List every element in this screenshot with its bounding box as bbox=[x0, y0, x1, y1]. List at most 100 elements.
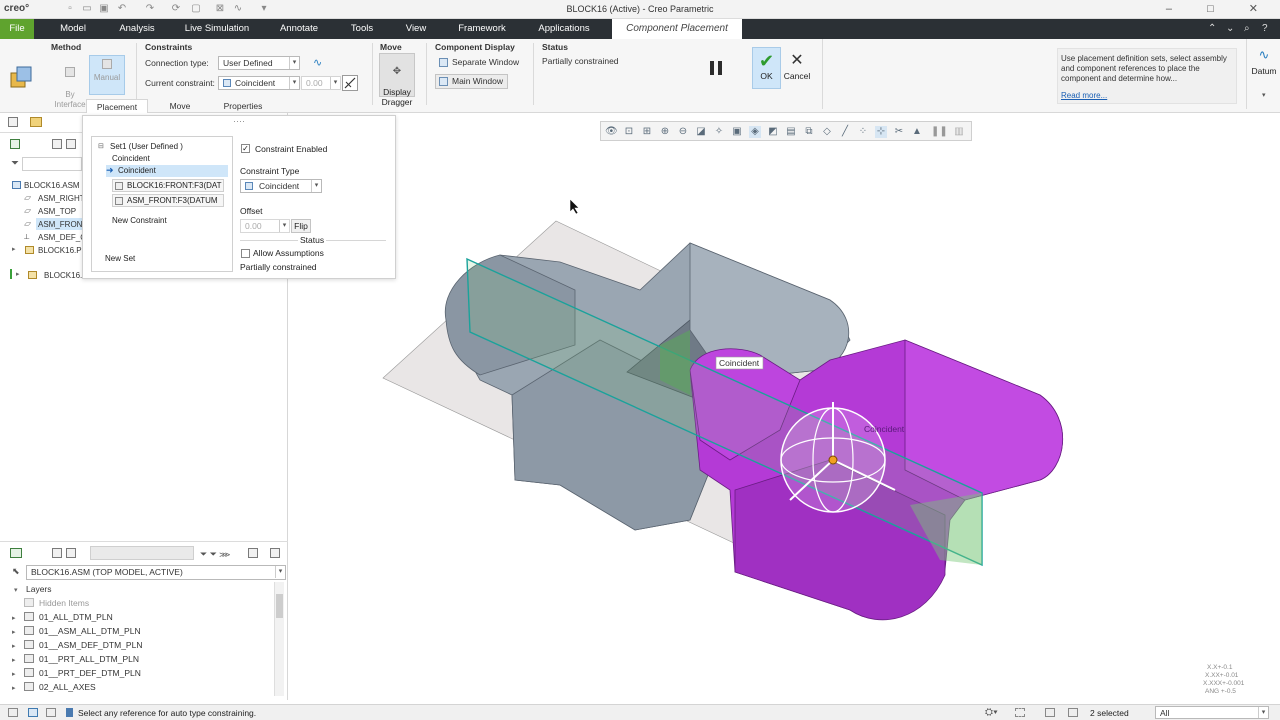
saved-orientations-icon[interactable]: 👁 bbox=[605, 126, 618, 138]
minimize-button[interactable]: – bbox=[1166, 3, 1188, 15]
message-log-icon[interactable] bbox=[66, 708, 73, 717]
connection-type-dropdown[interactable]: User Defined ▾ bbox=[218, 56, 300, 70]
scrollbar-thumb[interactable] bbox=[276, 594, 283, 618]
refit-icon[interactable]: ⊡ bbox=[623, 126, 635, 138]
tree-item-asm-front[interactable]: ASM_FRONT bbox=[38, 220, 87, 229]
show-icon[interactable] bbox=[66, 139, 76, 149]
window-controls[interactable]: – □ ✕ bbox=[1166, 2, 1274, 15]
read-more-link[interactable]: Read more... bbox=[1061, 91, 1107, 100]
pause-icon[interactable] bbox=[707, 59, 727, 77]
layer-tree-icon[interactable] bbox=[10, 548, 22, 558]
set1-item[interactable]: Set1 (User Defined ) bbox=[110, 142, 183, 151]
set-constraint-item[interactable]: Coincident bbox=[112, 154, 150, 163]
view-manager-icon[interactable]: ◈ bbox=[749, 126, 761, 138]
tree-item-asm-top[interactable]: ASM_TOP bbox=[38, 207, 76, 216]
expand-triangle-icon[interactable]: ▸ bbox=[12, 245, 16, 253]
box-select-icon[interactable] bbox=[1015, 708, 1025, 717]
tab-component-placement[interactable]: Component Placement bbox=[612, 19, 742, 39]
close-button[interactable]: ✕ bbox=[1249, 3, 1274, 15]
layer-row[interactable]: ▸ 01__PRT_ALL_DTM_PLN bbox=[12, 654, 139, 664]
tree-item-asm-right[interactable]: ASM_RIGHT bbox=[38, 194, 85, 203]
tab-tools[interactable]: Tools bbox=[340, 19, 384, 39]
reference-2-collector[interactable]: ASM_FRONT:F3(DATUM bbox=[112, 194, 224, 207]
layer-model-select[interactable]: BLOCK16.ASM (TOP MODEL, ACTIVE) ▾ bbox=[26, 565, 286, 580]
layer-properties-icon[interactable] bbox=[248, 548, 258, 558]
tab-move[interactable]: Move bbox=[160, 99, 200, 114]
display-style-icon[interactable]: ▣ bbox=[731, 126, 743, 138]
layer-row-hidden-items[interactable]: Hidden Items bbox=[12, 598, 89, 608]
plane-display-icon[interactable]: ◇ bbox=[821, 126, 833, 138]
point-display-icon[interactable]: ⁘ bbox=[857, 126, 869, 138]
tree-item-block16-prt[interactable]: BLOCK16.PR bbox=[38, 246, 87, 255]
main-window-button[interactable]: Main Window bbox=[435, 74, 509, 89]
repaint-icon[interactable]: ◪ bbox=[695, 126, 707, 138]
tree-item-block16-placing[interactable]: BLOCK16.I bbox=[44, 271, 84, 280]
tab-properties[interactable]: Properties bbox=[214, 99, 272, 114]
graphics-viewport[interactable]: Coincident Coincident X.X+-0.1 X.XX+-0.0… bbox=[288, 141, 1280, 701]
tab-model[interactable]: Model bbox=[50, 19, 96, 39]
cancel-button[interactable]: ✕ Cancel bbox=[783, 47, 811, 89]
collapse-ribbon-icon[interactable]: ⌃ bbox=[1208, 23, 1216, 34]
datum-button[interactable]: ∿ Datum bbox=[1250, 44, 1278, 84]
reference-1-collector[interactable]: BLOCK16:FRONT:F3(DAT bbox=[112, 179, 224, 192]
convert-constraints-icon[interactable]: ∿ bbox=[313, 56, 327, 70]
maximize-button[interactable]: □ bbox=[1207, 3, 1230, 15]
tab-file[interactable]: File bbox=[0, 19, 34, 39]
selected-constraint-row[interactable]: ➜ Coincident bbox=[106, 165, 228, 177]
help-icon[interactable]: ? bbox=[1262, 23, 1268, 34]
layer-new-icon[interactable] bbox=[270, 548, 280, 558]
layer-row[interactable]: ▸ 02_ALL_AXES bbox=[12, 682, 96, 692]
tab-framework[interactable]: Framework bbox=[448, 19, 516, 39]
tree-item-asm-def-csys[interactable]: ASM_DEF_C bbox=[38, 233, 86, 242]
new-set-item[interactable]: New Set bbox=[105, 254, 135, 263]
offset-input[interactable]: 0.00 ▾ bbox=[240, 219, 290, 233]
offset-value-field[interactable]: 0.00 ▾ bbox=[301, 76, 341, 90]
constraint-enabled-checkbox[interactable]: ✓ bbox=[241, 144, 250, 153]
tab-applications[interactable]: Applications bbox=[530, 19, 598, 39]
zoom-in-icon[interactable]: ⊕ bbox=[659, 126, 671, 138]
command-search-icon[interactable]: ⌕ bbox=[1244, 23, 1250, 34]
browser-toggle-icon[interactable] bbox=[28, 708, 38, 717]
layer-settings-icon[interactable] bbox=[52, 548, 62, 558]
full-screen-icon[interactable] bbox=[46, 708, 56, 717]
by-interface-button[interactable]: By Interface bbox=[54, 57, 86, 109]
selection-filter-dropdown[interactable]: All ▾ bbox=[1155, 706, 1269, 719]
selection-buffer-icon[interactable] bbox=[1068, 708, 1078, 717]
tree-settings-icon[interactable] bbox=[52, 139, 62, 149]
more-graphics-icon[interactable]: ▥ bbox=[953, 126, 965, 138]
folder-browser-icon[interactable] bbox=[30, 117, 42, 127]
flip-constraint-icon[interactable] bbox=[342, 75, 358, 91]
tab-view[interactable]: View bbox=[396, 19, 436, 39]
tree-search-input[interactable] bbox=[22, 157, 82, 171]
pause-animation-icon[interactable]: ❚❚ bbox=[931, 126, 948, 138]
tab-analysis[interactable]: Analysis bbox=[110, 19, 164, 39]
tab-placement[interactable]: Placement bbox=[86, 99, 148, 114]
layer-scrollbar[interactable] bbox=[274, 582, 284, 696]
csys-display-icon[interactable]: ⊹ bbox=[875, 126, 887, 138]
section-icon[interactable]: ▤ bbox=[785, 126, 797, 138]
tab-annotate[interactable]: Annotate bbox=[270, 19, 328, 39]
model-tree-icon[interactable] bbox=[10, 139, 20, 149]
layer-row[interactable]: ▸ 01_ALL_DTM_PLN bbox=[12, 612, 113, 622]
navigator-toggle-icon[interactable] bbox=[8, 708, 18, 717]
axis-display-icon[interactable]: ╱ bbox=[839, 126, 851, 138]
perspective-icon[interactable]: ◩ bbox=[767, 126, 779, 138]
layer-filter-icon[interactable]: ⏷ ⏷ ⋙ bbox=[200, 549, 230, 560]
filter-icon[interactable]: ⏷ bbox=[11, 158, 19, 169]
select-options-icon[interactable] bbox=[1045, 708, 1055, 717]
tree-item-root[interactable]: BLOCK16.ASM bbox=[24, 181, 80, 190]
separate-window-button[interactable]: Separate Window bbox=[435, 55, 524, 70]
drag-handle[interactable]: ···· bbox=[233, 116, 245, 126]
trim-icon[interactable]: ✂ bbox=[893, 126, 905, 138]
display-dragger-button[interactable]: ✥ Display Dragger bbox=[379, 53, 415, 107]
layer-row[interactable]: ▸ 01__ASM_ALL_DTM_PLN bbox=[12, 626, 141, 636]
allow-assumptions-checkbox[interactable] bbox=[241, 249, 250, 258]
ok-button[interactable]: ✔ OK bbox=[752, 47, 781, 89]
layer-show-icon[interactable] bbox=[66, 548, 76, 558]
zoom-window-icon[interactable]: ⊞ bbox=[641, 126, 653, 138]
new-constraint-item[interactable]: New Constraint bbox=[112, 216, 167, 225]
selected-count[interactable]: 2 selected bbox=[1090, 708, 1129, 718]
selection-filter-icon[interactable]: ⛭▾ bbox=[985, 707, 998, 718]
tab-live-simulation[interactable]: Live Simulation bbox=[178, 19, 256, 39]
layer-row[interactable]: ▸ 01__PRT_DEF_DTM_PLN bbox=[12, 668, 141, 678]
